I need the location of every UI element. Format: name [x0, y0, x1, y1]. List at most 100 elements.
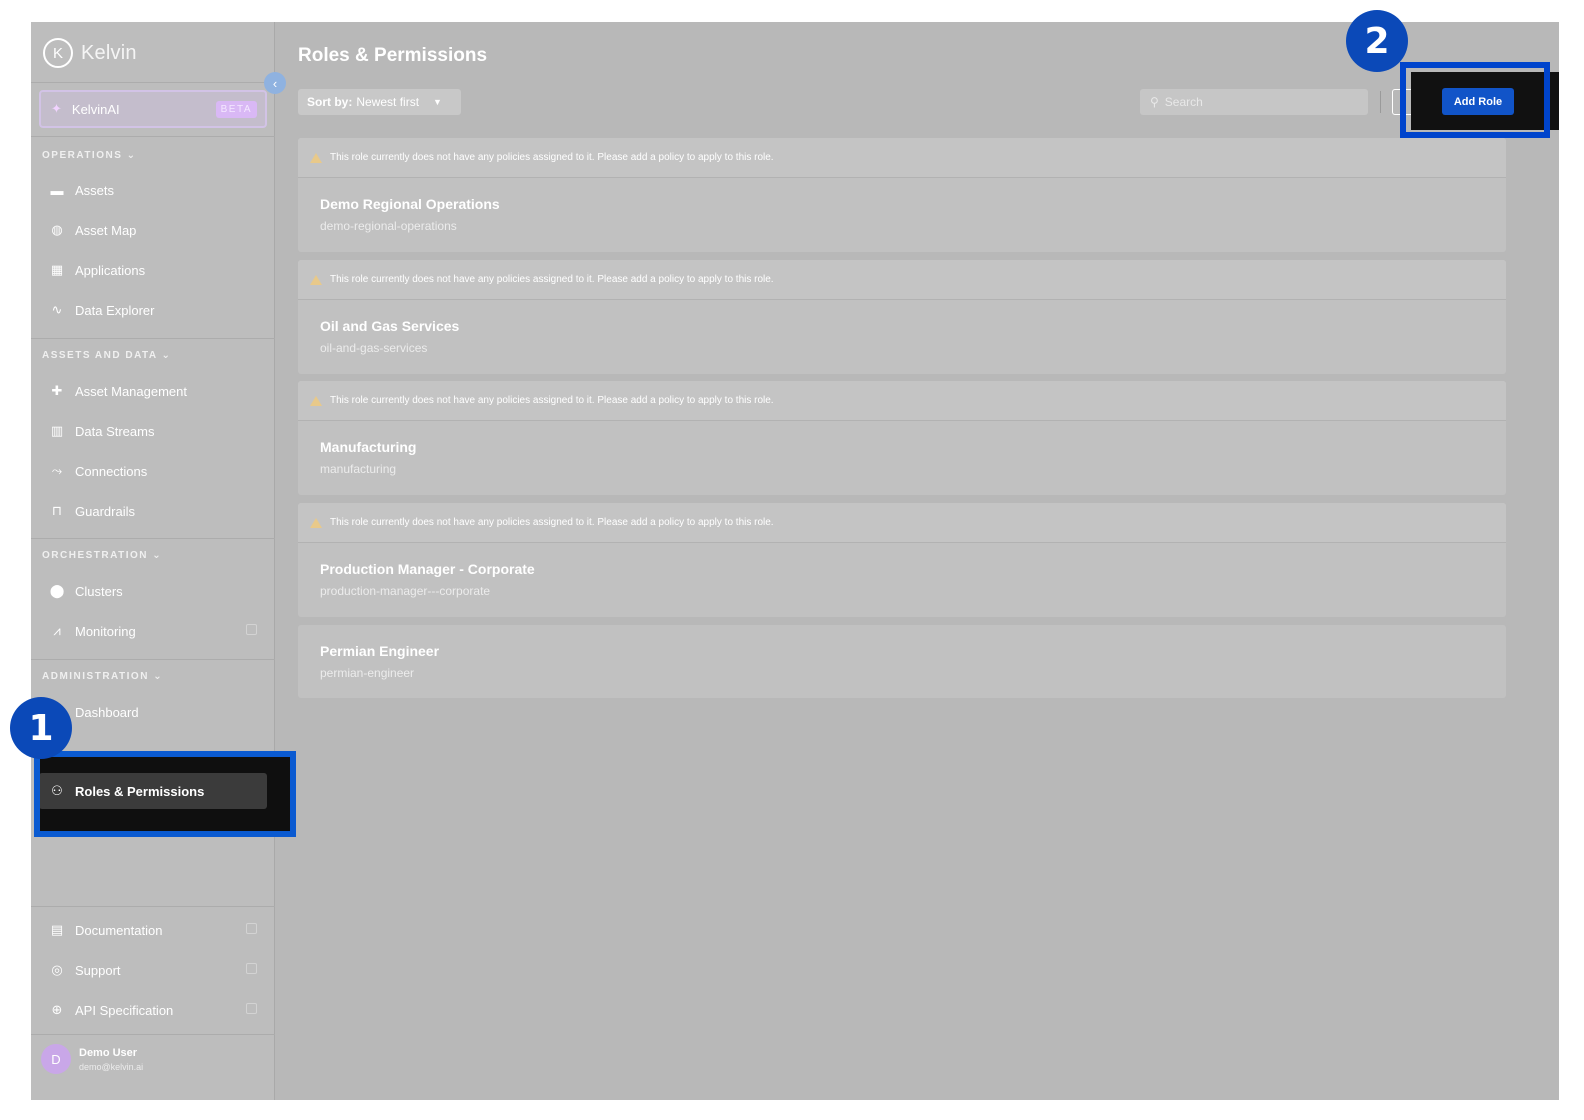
sidebar-item-data-streams[interactable]: ▥ Data Streams: [39, 413, 267, 449]
warning-banner: This role currently does not have any po…: [298, 260, 1506, 300]
role-slug: demo-regional-operations: [320, 219, 457, 233]
sidebar-item-label: Assets: [75, 182, 115, 198]
role-name: Oil and Gas Services: [320, 318, 460, 334]
step-1-badge: 1: [10, 697, 72, 759]
kelvinai-label: KelvinAI: [71, 101, 120, 117]
search-icon: ⚲: [1150, 95, 1159, 109]
divider: [31, 906, 275, 907]
section-assets-and-data[interactable]: ASSETS AND DATA ⌄: [42, 350, 171, 361]
sidebar-item-documentation[interactable]: ▤ Documentation: [39, 912, 267, 948]
sidebar-item-asset-management[interactable]: ✚ Asset Management: [39, 373, 267, 409]
role-name: Manufacturing: [320, 439, 417, 455]
api-globe-icon: ⊕: [51, 1002, 63, 1017]
lifebuoy-icon: ◎: [51, 962, 63, 977]
highlight-frame-step2: [1400, 62, 1550, 138]
user-email: demo@kelvin.ai: [79, 1061, 144, 1072]
brand-logo[interactable]: K Kelvin: [43, 38, 137, 68]
sidebar-item-asset-map[interactable]: ◍ Asset Map: [39, 212, 267, 248]
external-link-icon: [246, 963, 257, 974]
search-input[interactable]: ⚲ Search: [1140, 89, 1368, 115]
search-placeholder: Search: [1164, 95, 1203, 109]
chart-line-icon: ⩘: [53, 623, 61, 638]
warning-text: This role currently does not have any po…: [330, 274, 774, 285]
sidebar-item-label: API Specification: [75, 1002, 174, 1018]
sidebar-item-label: Monitoring: [75, 623, 136, 639]
role-slug: production-manager---corporate: [320, 584, 491, 598]
sidebar-item-data-explorer[interactable]: ∿ Data Explorer: [39, 292, 267, 328]
caret-down-icon: ▼: [433, 97, 442, 107]
pulse-icon: ∿: [51, 302, 63, 317]
apps-grid-icon: ▦: [50, 262, 64, 277]
section-administration[interactable]: ADMINISTRATION ⌄: [42, 671, 163, 682]
sort-prefix: Sort by:: [307, 95, 353, 109]
sidebar-item-applications[interactable]: ▦ Applications: [39, 252, 267, 288]
external-link-icon: [246, 1003, 257, 1014]
sidebar-item-guardrails[interactable]: ⊓ Guardrails: [39, 493, 267, 529]
puzzle-icon: ✚: [51, 383, 63, 398]
role-name: Production Manager - Corporate: [320, 561, 535, 577]
warning-banner: This role currently does not have any po…: [298, 381, 1506, 421]
page-title: Roles & Permissions: [298, 45, 488, 66]
sidebar-item-label: Support: [75, 962, 121, 978]
cluster-icon: ⬤: [49, 583, 65, 598]
sidebar-item-clusters[interactable]: ⬤ Clusters: [39, 573, 267, 609]
main-content: Roles & Permissions Sort by: Newest firs…: [276, 22, 1559, 1100]
role-name: Permian Engineer: [320, 643, 440, 659]
external-link-icon: [246, 624, 257, 635]
barrier-icon: ⊓: [51, 503, 63, 518]
warning-banner: This role currently does not have any po…: [298, 503, 1506, 543]
role-slug: manufacturing: [320, 462, 397, 476]
sparkle-icon: ✦: [51, 101, 62, 116]
document-icon: ▤: [50, 922, 64, 937]
beta-badge: BETA: [215, 101, 257, 118]
sort-value: Newest first: [356, 95, 420, 109]
brand-name: Kelvin: [81, 41, 137, 64]
role-card[interactable]: This role currently does not have any po…: [298, 138, 1506, 252]
sidebar-item-label: Documentation: [75, 922, 163, 938]
divider: [31, 136, 275, 137]
warning-text: This role currently does not have any po…: [330, 395, 774, 406]
role-slug: oil-and-gas-services: [320, 341, 428, 355]
route-icon: ⤳: [51, 463, 63, 478]
sidebar-item-assets[interactable]: ▬ Assets: [39, 172, 267, 208]
warning-icon: [310, 395, 322, 406]
warning-text: This role currently does not have any po…: [330, 517, 774, 528]
sidebar-item-label: Data Explorer: [75, 302, 155, 318]
sidebar-item-support[interactable]: ◎ Support: [39, 952, 267, 988]
sidebar-item-label: Dashboard: [75, 704, 139, 720]
role-name: Demo Regional Operations: [320, 196, 500, 212]
role-card[interactable]: Permian Engineer permian-engineer: [298, 625, 1506, 698]
sidebar-item-label: Clusters: [75, 583, 123, 599]
sidebar-item-label: Applications: [75, 262, 146, 278]
sidebar-item-api-specification[interactable]: ⊕ API Specification: [39, 992, 267, 1028]
role-card[interactable]: This role currently does not have any po…: [298, 381, 1506, 495]
section-orchestration[interactable]: ORCHESTRATION ⌄: [42, 550, 162, 561]
bar-chart-icon: ▥: [50, 423, 64, 438]
section-operations[interactable]: OPERATIONS ⌄: [42, 150, 137, 161]
warning-icon: [310, 152, 322, 163]
sidebar-item-connections[interactable]: ⤳ Connections: [39, 453, 267, 489]
step-2-badge: 2: [1346, 10, 1408, 72]
sort-dropdown[interactable]: Sort by: Newest first ▼: [298, 89, 461, 115]
warning-text: This role currently does not have any po…: [330, 152, 774, 163]
sidebar-item-monitoring[interactable]: ⩘ Monitoring: [39, 613, 267, 649]
divider: [31, 1034, 275, 1035]
highlight-frame-step1: [34, 751, 296, 837]
avatar: D: [41, 1044, 71, 1074]
chevron-left-icon: ‹: [272, 75, 278, 91]
external-link-icon: [246, 923, 257, 934]
kelvinai-button[interactable]: ✦ KelvinAI BETA: [39, 90, 267, 128]
divider: [31, 659, 275, 660]
globe-icon: ◍: [51, 222, 63, 237]
sidebar-item-label: Guardrails: [75, 503, 135, 519]
kelvin-logo-icon: K: [43, 38, 73, 68]
role-card[interactable]: This role currently does not have any po…: [298, 260, 1506, 374]
collapse-sidebar-button[interactable]: ‹: [264, 72, 286, 94]
user-profile[interactable]: D Demo User demo@kelvin.ai: [41, 1044, 143, 1074]
role-card[interactable]: This role currently does not have any po…: [298, 503, 1506, 617]
sidebar: K Kelvin ✦ KelvinAI BETA OPERATIONS ⌄ ▬ …: [31, 22, 275, 1100]
briefcase-icon: ▬: [50, 182, 64, 198]
sidebar-item-dashboard[interactable]: ▣ Dashboard: [39, 694, 267, 730]
warning-banner: This role currently does not have any po…: [298, 138, 1506, 178]
divider: [31, 338, 275, 339]
